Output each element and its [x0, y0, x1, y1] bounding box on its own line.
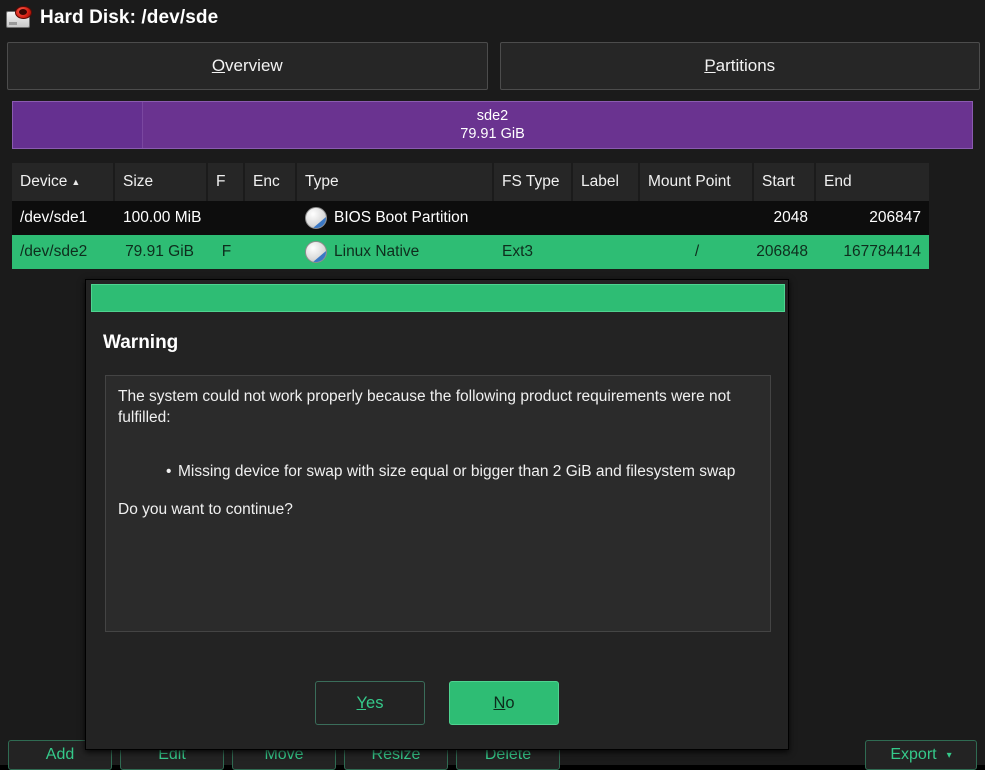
column-header-f[interactable]: F — [208, 163, 245, 201]
cell-type-label: Linux Native — [334, 243, 420, 260]
column-header-enc[interactable]: Enc — [245, 163, 297, 201]
cell-type: BIOS Boot Partition — [297, 207, 494, 229]
cell-fs-type: Ext3 — [502, 243, 534, 260]
cell-mount-point: / — [694, 243, 700, 260]
partition-type-icon — [305, 207, 327, 229]
cell-type-label: BIOS Boot Partition — [334, 209, 469, 226]
column-header-mount-point[interactable]: Mount Point — [640, 163, 754, 201]
cell-device: /dev/sde1 — [20, 209, 88, 226]
dialog-button-row: Yes No — [86, 681, 788, 725]
table-header-row: Device ▲ Size F Enc Type FS Type Label M… — [12, 163, 929, 201]
dialog-message-box: The system could not work properly becau… — [105, 375, 771, 632]
cell-size: 79.91 GiB — [125, 243, 194, 260]
tab-partitions-label: artitions — [715, 56, 776, 75]
column-header-device[interactable]: Device ▲ — [12, 163, 115, 201]
cell-size: 100.00 MiB — [123, 209, 202, 226]
dialog-paragraph: The system could not work properly becau… — [118, 388, 731, 426]
disk-segment-sde1 — [13, 102, 143, 148]
partition-table: Device ▲ Size F Enc Type FS Type Label M… — [12, 163, 929, 269]
chevron-down-icon: ▾ — [946, 749, 952, 761]
dialog-titlebar — [91, 284, 785, 312]
dialog-requirement-list: Missing device for swap with size equal … — [118, 461, 758, 482]
tab-partitions[interactable]: Partitions — [499, 42, 980, 90]
hard-disk-window: Hard Disk: /dev/sde Overview Partitions … — [0, 0, 985, 770]
hard-disk-icon — [4, 4, 34, 32]
column-header-label[interactable]: Label — [573, 163, 640, 201]
disk-bar-name: sde2 — [476, 108, 509, 124]
table-row[interactable]: /dev/sde2 79.91 GiB F Linux Native Ext3 … — [12, 235, 929, 269]
tab-overview[interactable]: Overview — [7, 42, 488, 90]
cell-f: F — [221, 243, 232, 260]
table-row[interactable]: /dev/sde1 100.00 MiB BIOS Boot Partition… — [12, 201, 929, 235]
cell-end: 206847 — [869, 209, 921, 226]
column-header-end[interactable]: End — [816, 163, 929, 201]
column-header-fs-type[interactable]: FS Type — [494, 163, 573, 201]
page-title: Hard Disk: /dev/sde — [40, 7, 219, 28]
no-button[interactable]: No — [449, 681, 559, 725]
dialog-question: Do you want to continue? — [118, 501, 293, 518]
warning-dialog: Warning The system could not work proper… — [85, 279, 789, 750]
export-button-label: Export — [890, 746, 937, 763]
export-button[interactable]: Export ▾ — [865, 740, 977, 770]
partition-type-icon — [305, 241, 327, 263]
dialog-heading: Warning — [103, 332, 179, 353]
cell-type: Linux Native — [297, 241, 494, 263]
cell-device: /dev/sde2 — [20, 243, 88, 260]
tabbar: Overview Partitions — [0, 38, 985, 96]
column-header-type[interactable]: Type — [297, 163, 494, 201]
column-header-size[interactable]: Size — [115, 163, 208, 201]
cell-start: 2048 — [773, 209, 808, 226]
tab-overview-label: verview — [225, 56, 283, 75]
yes-button-label: es — [366, 693, 384, 712]
cell-end: 167784414 — [843, 243, 921, 260]
disk-usage-bar[interactable]: sde2 79.91 GiB — [12, 101, 973, 149]
cell-start: 206848 — [756, 243, 808, 260]
list-item: Missing device for swap with size equal … — [166, 461, 753, 482]
window-titlebar: Hard Disk: /dev/sde — [0, 0, 985, 36]
disk-bar-size: 79.91 GiB — [460, 126, 525, 142]
column-header-start[interactable]: Start — [754, 163, 816, 201]
yes-button[interactable]: Yes — [315, 681, 425, 725]
no-button-label: o — [505, 693, 515, 712]
sort-ascending-icon: ▲ — [71, 176, 81, 187]
